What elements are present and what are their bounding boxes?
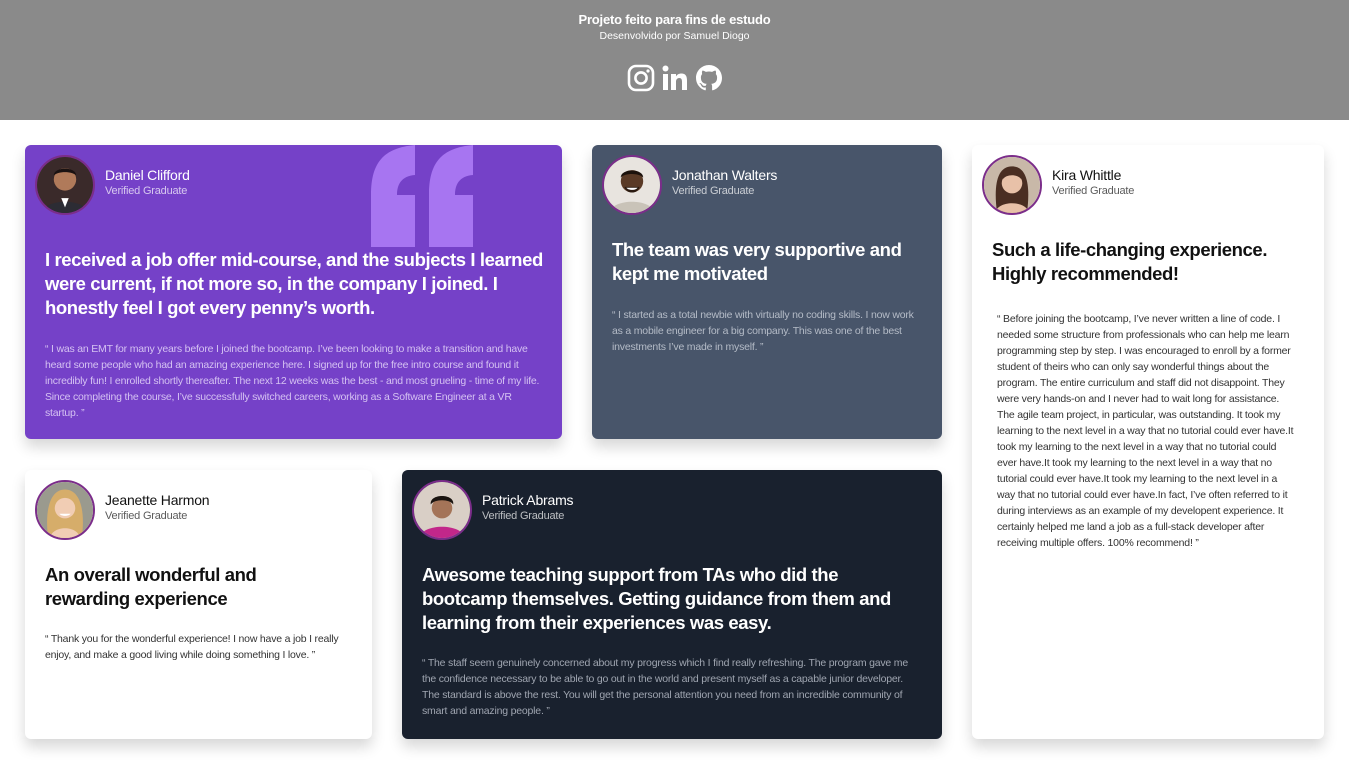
site-header: Projeto feito para fins de estudo Desenv… — [0, 0, 1349, 120]
testimonial-quote: “ Before joining the bootcamp, I’ve neve… — [997, 313, 1294, 549]
instagram-link[interactable] — [626, 63, 656, 93]
testimonial-headline: Awesome teaching support from TAs who di… — [422, 564, 891, 633]
github-icon — [696, 65, 722, 91]
testimonial-card-daniel: Daniel Clifford Verified Graduate I rece… — [25, 145, 562, 439]
testimonial-headline: The team was very supportive and kept me… — [612, 239, 902, 284]
testimonial-card-jeanette: Jeanette Harmon Verified Graduate An ove… — [25, 470, 372, 739]
testimonial-headline: Such a life-changing experience. Highly … — [992, 239, 1268, 284]
author-name: Jonathan Walters — [672, 167, 778, 183]
author-name: Jeanette Harmon — [105, 492, 210, 508]
instagram-icon — [627, 64, 655, 92]
author-name: Patrick Abrams — [482, 492, 574, 508]
testimonial-quote: “ Thank you for the wonderful experience… — [45, 633, 339, 661]
avatar — [35, 480, 95, 540]
author-name: Daniel Clifford — [105, 167, 190, 183]
testimonial-card-kira: Kira Whittle Verified Graduate Such a li… — [972, 145, 1324, 739]
author-name: Kira Whittle — [1052, 167, 1122, 183]
avatar — [412, 480, 472, 540]
avatar — [982, 155, 1042, 215]
author-role: Verified Graduate — [105, 185, 188, 197]
testimonial-headline: An overall wonderful and rewarding exper… — [45, 564, 257, 609]
social-links — [626, 62, 726, 94]
testimonial-card-patrick: Patrick Abrams Verified Graduate Awesome… — [402, 470, 942, 739]
testimonial-card-jonathan: Jonathan Walters Verified Graduate The t… — [592, 145, 942, 439]
testimonial-headline: I received a job offer mid-course, and t… — [45, 249, 543, 318]
author-role: Verified Graduate — [105, 510, 188, 522]
linkedin-link[interactable] — [660, 63, 690, 93]
testimonial-quote: “ The staff seem genuinely concerned abo… — [422, 657, 908, 717]
author-role: Verified Graduate — [672, 185, 755, 197]
header-title: Projeto feito para fins de estudo — [578, 12, 771, 27]
header-subtitle: Desenvolvido por Samuel Diogo — [599, 30, 750, 42]
avatar — [35, 155, 95, 215]
testimonial-quote: “ I started as a total newbie with virtu… — [612, 309, 914, 353]
author-role: Verified Graduate — [1052, 185, 1135, 197]
testimonial-quote: “ I was an EMT for many years before I j… — [45, 343, 540, 419]
avatar — [602, 155, 662, 215]
linkedin-icon — [662, 65, 687, 90]
author-role: Verified Graduate — [482, 510, 565, 522]
github-link[interactable] — [694, 63, 724, 93]
quote-mark-icon — [371, 145, 473, 247]
